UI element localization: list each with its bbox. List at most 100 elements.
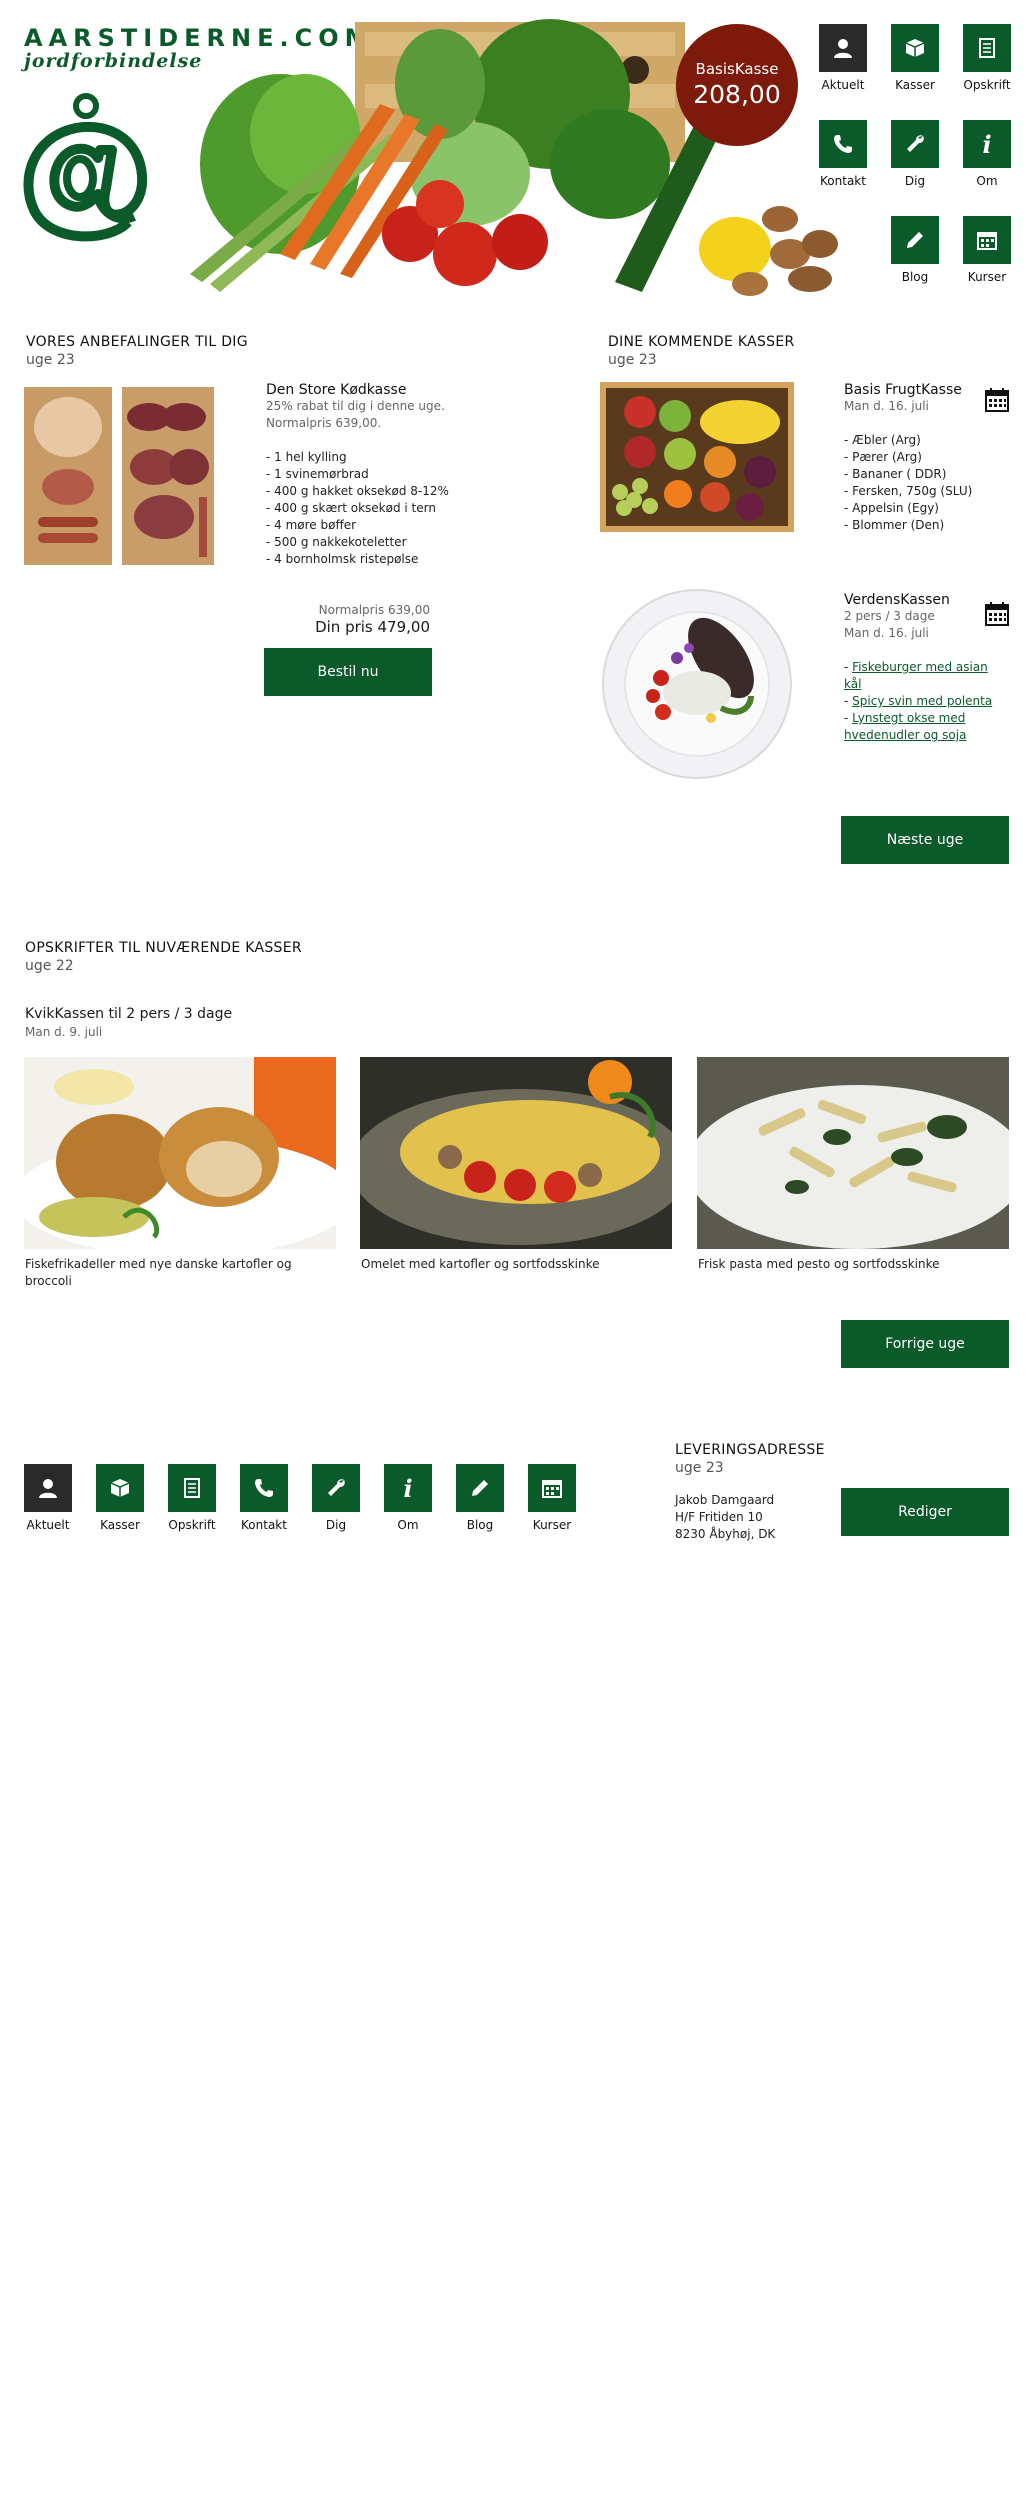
recipe-image-omelet[interactable] [350,1057,690,1249]
calendar-icon [528,1464,576,1512]
world-box-image[interactable] [601,588,793,780]
nav-opskrift[interactable]: Opskrift [947,24,1027,104]
box-icon [96,1464,144,1512]
info-icon: i [963,120,1011,168]
nav-label: Blog [466,1518,494,1532]
recipe-image-fishcakes[interactable] [14,1057,354,1257]
nav-aktuelt[interactable]: Aktuelt [803,24,883,104]
recipe-link[interactable]: Spicy svin med polenta [852,694,992,708]
nav-label: Aktuelt [26,1518,70,1532]
nav-kurser[interactable]: Kurser [947,216,1027,296]
nav-aktuelt[interactable]: Aktuelt [8,1464,88,1544]
recipe-title[interactable]: Frisk pasta med pesto og sortfodsskinke [698,1256,1010,1273]
list-item: - 400 g hakket oksekød 8-12% [266,484,449,498]
recipes-title: OPSKRIFTER TIL NUVÆRENDE KASSER [25,940,302,956]
box-date: Man d. 16. juli [844,626,929,640]
recipe-link[interactable]: Lynstegt okse med hvedenudler og soja [844,711,966,742]
list-item: - 4 bornholmsk ristepølse [266,552,419,566]
nav-blog[interactable]: Blog [875,216,955,296]
nav-label: Kasser [100,1518,140,1532]
list-item: - Appelsin (Egy) [844,501,939,515]
product-items-list: - 1 hel kylling - 1 svinemørbrad - 400 g… [266,449,456,568]
list-item: - Fiskeburger med asian kål [844,660,988,691]
info-icon: i [384,1464,432,1512]
nav-dig[interactable]: Dig [875,120,955,200]
list-item: - Bananer ( DDR) [844,467,947,481]
nav-label: Om [976,174,998,188]
recipes-week: uge 22 [25,958,74,974]
phone-icon [819,120,867,168]
delivery-week: uge 23 [675,1460,724,1476]
nav-label: Opskrift [168,1518,216,1532]
nav-kontakt[interactable]: Kontakt [224,1464,304,1544]
nav-kasser[interactable]: Kasser [875,24,955,104]
upcoming-box-1: Basis FrugtKasse Man d. 16. juli - Æbler… [844,382,1004,534]
recipes-box-name: KvikKassen til 2 pers / 3 dage [25,1006,233,1022]
nav-label: Kontakt [820,174,866,188]
nav-label: Blog [901,270,929,284]
order-button[interactable]: Bestil nu [264,648,432,696]
nav-kontakt[interactable]: Kontakt [803,120,883,200]
brand-tagline: jordforbindelse [24,50,203,72]
upcoming-week: uge 23 [608,352,657,368]
nav-blog[interactable]: Blog [440,1464,520,1544]
list-item: - Fersken, 750g (SLU) [844,484,973,498]
calendar-icon [963,216,1011,264]
edit-address-button[interactable]: Rediger [841,1488,1009,1536]
nav-label: Kasser [895,78,935,92]
wrench-icon [891,120,939,168]
list-item: - 4 møre bøffer [266,518,357,532]
list-item: - 1 hel kylling [266,450,347,464]
product-name: Den Store Kødkasse [266,382,407,398]
normal-price-line: Normalpris 639,00. [266,416,382,430]
nav-om[interactable]: i Om [947,120,1027,200]
list-item: - 400 g skært oksekød i tern [266,501,436,515]
recipe-image-pasta[interactable] [687,1057,1027,1249]
nav-om[interactable]: i Om [368,1464,448,1544]
nav-kurser[interactable]: Kurser [512,1464,592,1544]
recipe-link[interactable]: Fiskeburger med asian kål [844,660,988,691]
nav-opskrift[interactable]: Opskrift [152,1464,232,1544]
meat-box-image[interactable] [24,387,214,565]
list-item: - 1 svinemørbrad [266,467,369,481]
calendar-icon[interactable] [985,388,1009,412]
nav-label: Om [397,1518,419,1532]
list-item: - Spicy svin med polenta [844,694,993,708]
delivery-address: Jakob Damgaard H/F Fritiden 10 8230 Åbyh… [675,1492,775,1543]
calendar-icon[interactable] [985,602,1009,626]
basket-price: 208,00 [693,80,781,109]
nav-label: Aktuelt [821,78,865,92]
upcoming-box-2: VerdensKassen 2 pers / 3 dage Man d. 16.… [844,592,1004,744]
previous-week-button[interactable]: Forrige uge [841,1320,1009,1368]
address-line: Jakob Damgaard [675,1493,775,1507]
nav-label: Dig [904,174,926,188]
next-week-button[interactable]: Næste uge [841,816,1009,864]
wrench-icon [312,1464,360,1512]
nav-dig[interactable]: Dig [296,1464,376,1544]
phone-icon [240,1464,288,1512]
fruit-box-image[interactable] [600,382,794,532]
recipe-title[interactable]: Fiskefrikadeller med nye danske kartofle… [25,1256,337,1290]
list-item: - Pærer (Arg) [844,450,922,464]
discount-text: 25% rabat til dig i denne uge. [266,399,445,413]
pencil-icon [456,1464,504,1512]
address-line: 8230 Åbyhøj, DK [675,1527,776,1541]
recipe-icon [168,1464,216,1512]
box-name: Basis FrugtKasse [844,382,962,398]
user-icon [24,1464,72,1512]
box-icon [891,24,939,72]
at-logo[interactable] [20,92,150,252]
list-item: - Lynstegt okse med hvedenudler og soja [844,711,967,742]
nav-label: Kurser [967,270,1007,284]
recommendations-title: VORES ANBEFALINGER TIL DIG [26,334,248,350]
list-item: - Blommer (Den) [844,518,945,532]
nav-label: Dig [325,1518,347,1532]
basket-name: BasisKasse [695,60,779,78]
user-icon [819,24,867,72]
nav-kasser[interactable]: Kasser [80,1464,160,1544]
recipe-icon [963,24,1011,72]
recipe-title[interactable]: Omelet med kartofler og sortfodsskinke [361,1256,673,1273]
pencil-icon [891,216,939,264]
nav-label: Kontakt [241,1518,287,1532]
basket-price-badge[interactable]: BasisKasse 208,00 [676,24,798,146]
